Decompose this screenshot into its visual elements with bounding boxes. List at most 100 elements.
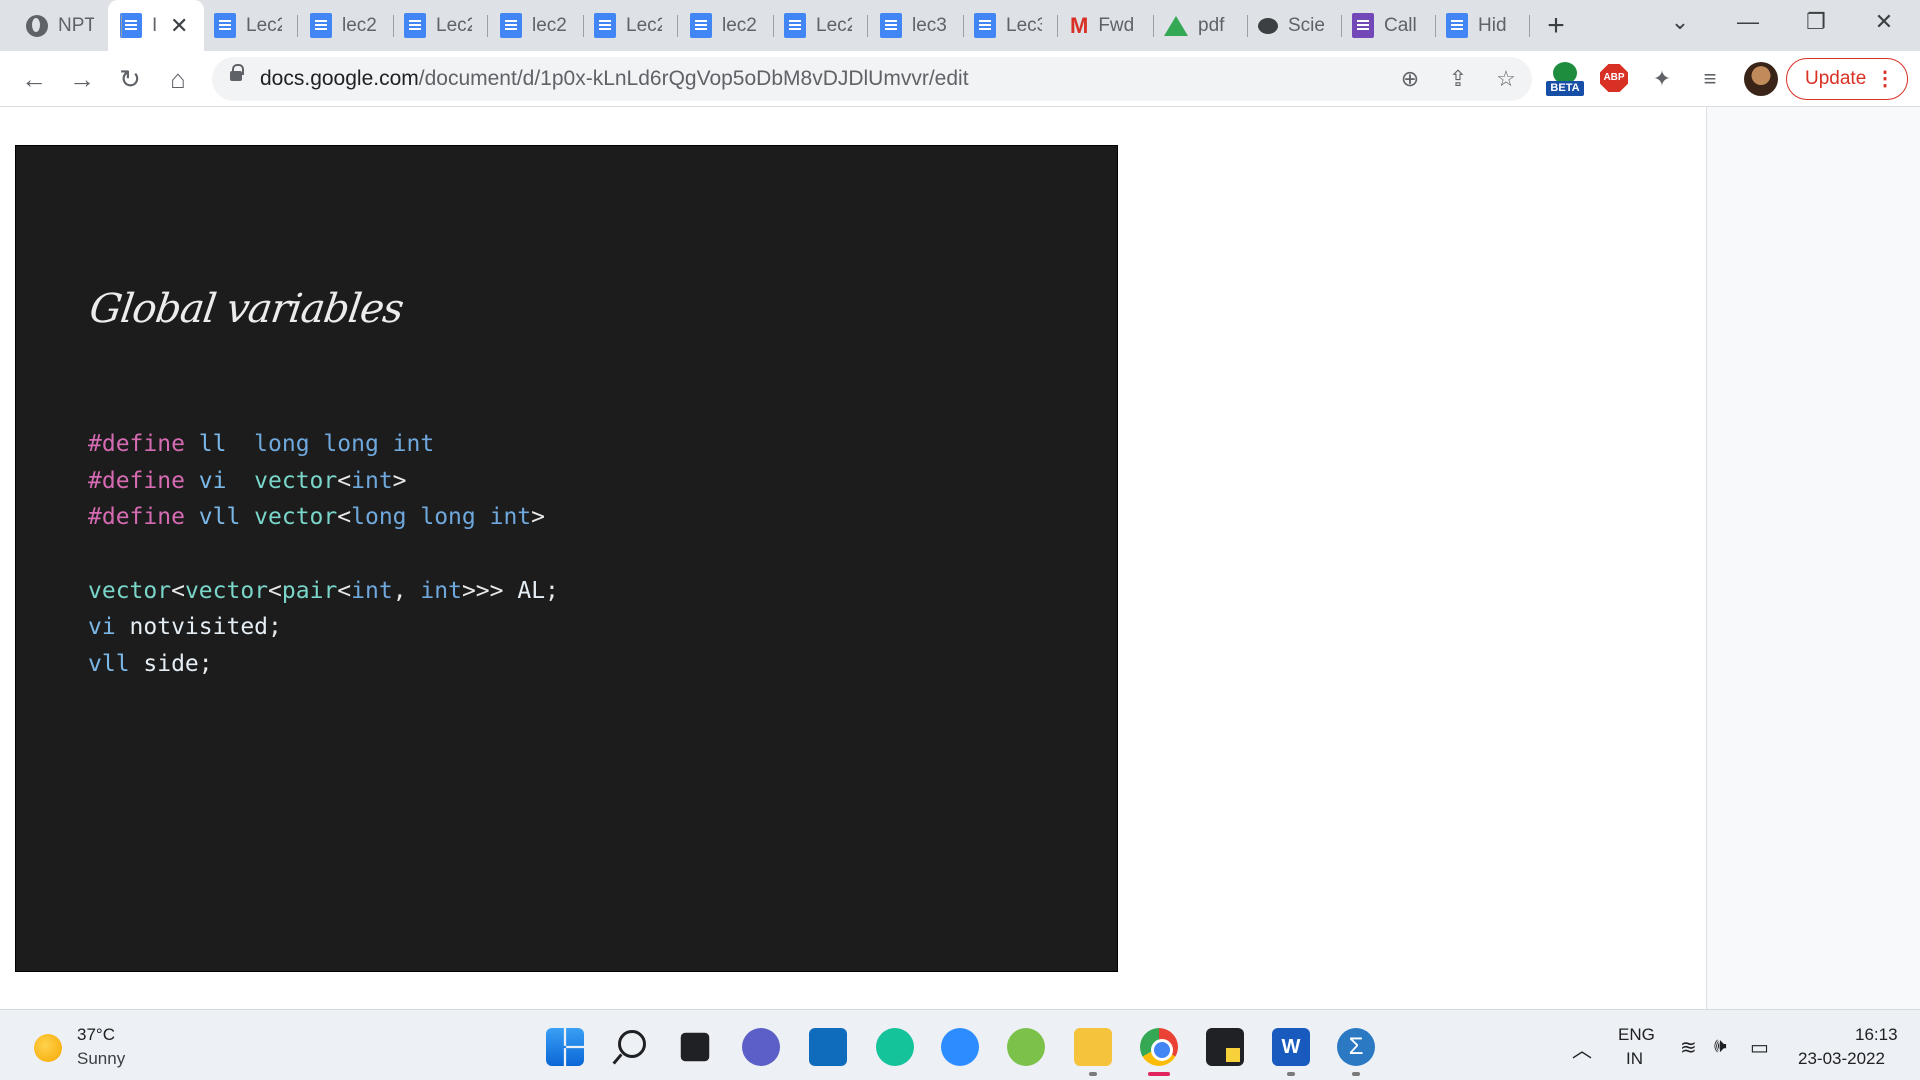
code-token: vector (184, 577, 269, 604)
more-menu-icon[interactable]: ⋮ (1875, 66, 1895, 91)
file-explorer-icon[interactable] (1074, 1028, 1112, 1066)
volume-icon[interactable]: 🕪 (1714, 1035, 1727, 1058)
chrome-icon[interactable] (1140, 1028, 1178, 1066)
browser-tab[interactable]: Hid (1434, 0, 1530, 51)
tab-separator (1247, 15, 1248, 37)
start-menu-icon[interactable] (546, 1028, 584, 1066)
code-token: ; (198, 651, 213, 678)
url-text[interactable]: docs.google.com/document/d/1p0x-kLnLd6rQ… (260, 67, 969, 91)
chrome-active-indicator (1148, 1072, 1170, 1076)
browser-tab[interactable]: lec3 (868, 0, 964, 51)
battery-icon[interactable]: ▭ (1750, 1035, 1769, 1060)
code-line: vll side; (88, 646, 559, 683)
browser-tab[interactable]: NPT (14, 0, 122, 51)
new-tab-button[interactable]: + (1536, 6, 1576, 46)
update-button[interactable]: Update ⋮ (1786, 58, 1908, 100)
show-hidden-icons-chevron-icon[interactable]: ︿ (1572, 1034, 1592, 1063)
sigma-app-icon[interactable]: Σ (1337, 1028, 1375, 1066)
quill-app-icon[interactable] (1007, 1028, 1045, 1066)
browser-tab[interactable]: lec2 (298, 0, 394, 51)
browser-tab[interactable]: Call (1340, 0, 1436, 51)
zoom-app-icon[interactable] (941, 1028, 979, 1066)
extensions-puzzle-icon[interactable]: ✦ (1642, 59, 1682, 99)
code-token: long long int (254, 431, 435, 457)
reading-list-icon[interactable]: ≡ (1690, 59, 1730, 99)
code-token: pair (281, 577, 338, 604)
browser-tab[interactable]: Lec2 (582, 0, 678, 51)
zoom-icon[interactable]: ⊕ (1396, 65, 1424, 93)
code-token: ll (198, 431, 255, 457)
browser-tab[interactable]: Lec2 (202, 0, 298, 51)
wifi-icon[interactable]: ≋ (1680, 1035, 1697, 1060)
address-bar[interactable]: docs.google.com/document/d/1p0x-kLnLd6rQ… (212, 57, 1532, 101)
code-token: < (171, 577, 185, 604)
docs-icon (120, 13, 142, 38)
browser-tab[interactable]: Scie (1246, 0, 1342, 51)
url-host: docs.google.com (260, 67, 419, 90)
code-line: vi notvisited; (88, 609, 559, 646)
code-token: #define (88, 504, 199, 531)
close-window-button[interactable]: ✕ (1854, 0, 1914, 51)
profile-avatar[interactable] (1744, 62, 1778, 96)
tab-label: lec2 (532, 14, 567, 36)
code-block: #define ll long long int #define vi vecto… (88, 426, 559, 683)
update-label: Update (1805, 68, 1867, 89)
word-icon[interactable]: W (1272, 1028, 1310, 1066)
browser-tab[interactable]: Lec2 (772, 0, 868, 51)
code-token: notvisited (129, 614, 269, 641)
beta-extension-icon[interactable]: BETA (1546, 62, 1584, 98)
tab-separator (1153, 15, 1154, 37)
docs-icon (404, 13, 426, 38)
code-token: < (337, 504, 352, 531)
tab-label: lec3 (912, 14, 947, 36)
reload-button[interactable]: ↻ (110, 59, 150, 99)
clock-date[interactable]: 23-03-2022 (1798, 1049, 1885, 1069)
code-token: long long int (351, 504, 532, 531)
tab-label: Lec2 (246, 14, 282, 36)
language-region[interactable]: IN (1626, 1049, 1643, 1069)
docs-icon (690, 13, 712, 38)
teams-chat-icon[interactable] (742, 1028, 780, 1066)
microsoft-store-icon[interactable] (809, 1028, 847, 1066)
docs-icon (594, 13, 616, 38)
drive-icon (1164, 15, 1188, 36)
browser-tab[interactable]: lec2 (678, 0, 774, 51)
sun-icon[interactable] (34, 1034, 62, 1062)
language-code[interactable]: ENG (1618, 1025, 1655, 1045)
share-icon[interactable]: ⇪ (1444, 65, 1472, 93)
grammarly-icon[interactable] (876, 1028, 914, 1066)
slide-title: Global variables (86, 286, 406, 332)
search-icon[interactable] (612, 1028, 650, 1066)
browser-tab[interactable]: I ✕ (108, 0, 204, 51)
code-token: vll (198, 504, 255, 531)
restore-button[interactable]: ❐ (1786, 0, 1846, 51)
close-tab-icon[interactable]: ✕ (170, 13, 188, 39)
browser-tab[interactable]: Lec3 (962, 0, 1058, 51)
docs-icon (500, 13, 522, 38)
browser-tab[interactable]: M Fwd (1058, 0, 1154, 51)
code-token: vector (254, 467, 338, 494)
browser-tab[interactable]: pdf (1152, 0, 1248, 51)
weather-temperature[interactable]: 37°C (77, 1025, 115, 1045)
weather-description[interactable]: Sunny (77, 1049, 125, 1069)
code-screenshot-image[interactable]: Global variables #define ll long long in… (15, 145, 1118, 972)
forward-button[interactable]: → (62, 59, 102, 99)
minimize-button[interactable]: — (1718, 0, 1778, 51)
clock-time[interactable]: 16:13 (1855, 1025, 1898, 1045)
browser-tab[interactable]: Lec2 (392, 0, 488, 51)
home-button[interactable]: ⌂ (158, 59, 198, 99)
beta-label: BETA (1546, 81, 1584, 96)
code-line: vector<vector<pair<int, int>>> AL; (88, 573, 559, 610)
tab-search-chevron-icon[interactable]: ⌄ (1650, 0, 1710, 51)
browser-tab[interactable]: lec2 (488, 0, 584, 51)
globe-icon (26, 14, 48, 37)
code-token: >>> (461, 577, 518, 604)
bookmark-star-icon[interactable]: ☆ (1492, 65, 1520, 93)
task-view-icon[interactable] (680, 1032, 710, 1062)
tab-separator (1341, 15, 1342, 37)
tab-separator (121, 15, 122, 37)
adblock-icon[interactable]: ABP (1600, 64, 1628, 92)
back-button[interactable]: ← (14, 59, 54, 99)
tab-label: pdf (1198, 14, 1225, 36)
sticky-notes-icon[interactable] (1206, 1028, 1244, 1066)
